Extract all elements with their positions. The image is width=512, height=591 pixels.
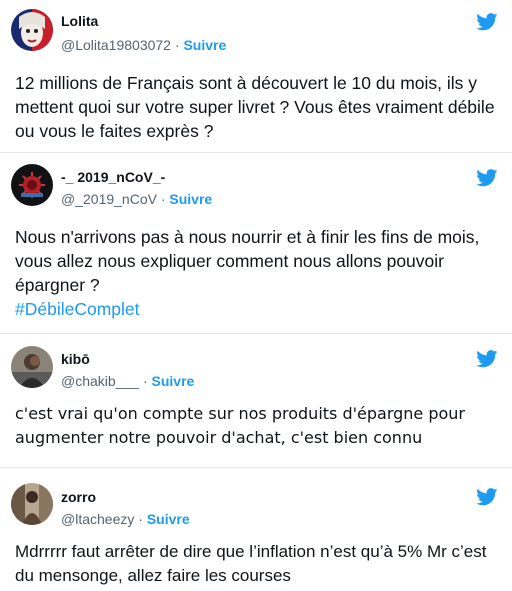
separator: · [142,373,148,389]
display-name[interactable]: kibō [61,351,90,367]
divider [0,333,512,334]
user-handle[interactable]: @Lolita19803072 [61,37,171,53]
separator: · [160,191,166,207]
user-handle[interactable]: @ltacheezy [61,511,134,527]
display-name[interactable]: zorro [61,489,96,505]
display-name[interactable]: -_ 2019_nCoV_- [61,169,165,185]
twitter-bird-icon[interactable] [476,488,498,506]
follow-button[interactable]: Suivre [169,191,212,207]
twitter-bird-icon[interactable] [476,169,498,187]
tweet-text-content: Nous n'arrivons pas à nous nourrir et à … [15,227,480,295]
user-handle[interactable]: @chakib___ [61,373,139,389]
follow-button[interactable]: Suivre [183,37,226,53]
avatar[interactable] [11,164,53,206]
handle-row: @ltacheezy · Suivre [61,511,190,527]
follow-button[interactable]: Suivre [152,373,195,389]
tweet-text-content: Mdrrrrr faut arrêter de dire que l’infla… [15,542,487,585]
avatar[interactable] [11,9,53,51]
tweet-text-content: c'est vrai qu'on compte sur nos produits… [15,404,466,447]
tweet-text-content: 12 millions de Français sont à découvert… [15,73,495,141]
divider [0,152,512,153]
tweet-text: Nous n'arrivons pas à nous nourrir et à … [15,225,503,321]
twitter-bird-icon[interactable] [476,13,498,31]
hashtag-link[interactable]: #DébileComplet [15,299,140,319]
handle-row: @Lolita19803072 · Suivre [61,37,226,53]
separator: · [174,37,180,53]
tweet-text: 12 millions de Français sont à découvert… [15,71,503,143]
handle-row: @_2019_nCoV · Suivre [61,191,212,207]
display-name[interactable]: Lolita [61,13,98,29]
separator: · [138,511,143,527]
avatar[interactable] [11,346,53,388]
divider [0,467,512,468]
tweet-text: c'est vrai qu'on compte sur nos produits… [15,402,503,450]
tweet-text: Mdrrrrr faut arrêter de dire que l’infla… [15,540,503,588]
follow-button[interactable]: Suivre [147,511,190,527]
handle-row: @chakib___ · Suivre [61,373,194,389]
user-handle[interactable]: @_2019_nCoV [61,191,157,207]
avatar[interactable] [11,483,53,525]
twitter-bird-icon[interactable] [476,350,498,368]
